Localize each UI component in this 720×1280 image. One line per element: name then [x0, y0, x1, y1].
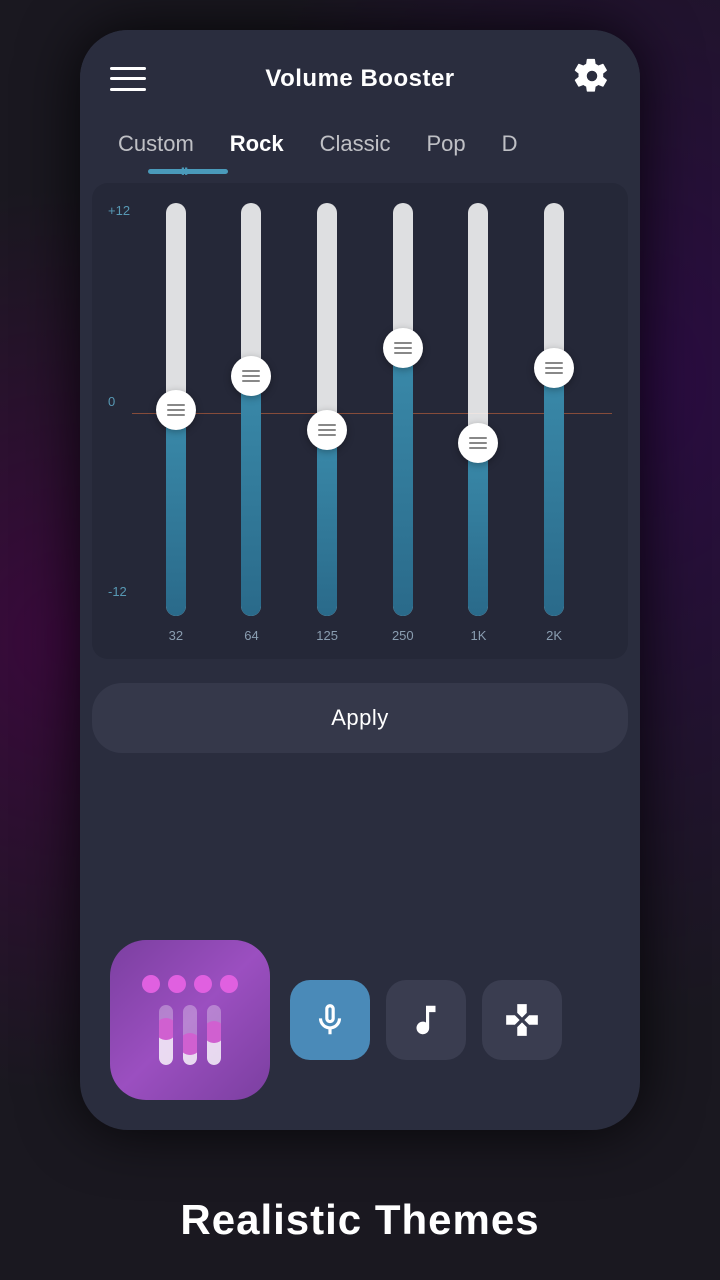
freq-label-1k: 1K — [471, 628, 487, 643]
slider-thumb-lines-64 — [242, 370, 260, 382]
tabs-container: Custom Rock Classic Pop D — [80, 115, 640, 165]
app-icon-thumb-3 — [207, 1021, 221, 1043]
gamepad-icon — [503, 1001, 541, 1039]
tab-rock[interactable]: Rock — [212, 123, 302, 165]
app-icon-thumb-2 — [183, 1033, 197, 1055]
eq-slider-250: 250 — [385, 203, 421, 643]
app-icon-slider-track-2 — [183, 1005, 197, 1065]
microphone-icon — [311, 1001, 349, 1039]
eq-slider-2k: 2K — [536, 203, 572, 643]
eq-slider-32: 32 — [158, 203, 194, 643]
freq-label-64: 64 — [244, 628, 258, 643]
freq-label-2k: 2K — [546, 628, 562, 643]
slider-track-fill-64 — [241, 376, 261, 616]
eq-slider-125: 125 — [309, 203, 345, 643]
slider-track-fill-32 — [166, 410, 186, 617]
freq-label-125: 125 — [316, 628, 338, 643]
app-icon-dot-4 — [220, 975, 238, 993]
bottom-text-area: Realistic Themes — [0, 1160, 720, 1280]
app-icon-dots — [142, 975, 238, 993]
phone-frame: Volume Booster Custom Rock Classic Pop D… — [80, 30, 640, 1130]
slider-thumb-32[interactable] — [156, 390, 196, 430]
app-icon-sliders — [159, 1005, 221, 1065]
app-icon-dot-3 — [194, 975, 212, 993]
slider-thumb-lines-2k — [545, 362, 563, 374]
slider-track-fill-2k — [544, 368, 564, 616]
app-icon-slider-track-1 — [159, 1005, 173, 1065]
slider-thumb-lines-250 — [394, 342, 412, 354]
slider-track-250[interactable] — [385, 203, 421, 616]
music-button[interactable] — [386, 980, 466, 1060]
slider-track-125[interactable] — [309, 203, 345, 616]
slider-thumb-125[interactable] — [307, 410, 347, 450]
slider-thumb-lines-32 — [167, 404, 185, 416]
slider-thumb-2k[interactable] — [534, 348, 574, 388]
app-icon-thumb-1 — [159, 1018, 173, 1040]
eq-slider-1k: 1K — [460, 203, 496, 643]
slider-track-1k[interactable] — [460, 203, 496, 616]
music-note-icon — [407, 1001, 445, 1039]
eq-slider-64: 64 — [233, 203, 269, 643]
freq-label-32: 32 — [169, 628, 183, 643]
slider-track-2k[interactable] — [536, 203, 572, 616]
menu-button[interactable] — [110, 67, 146, 91]
realistic-themes-label: Realistic Themes — [180, 1196, 539, 1244]
eq-sliders-row: 32 64 — [108, 203, 612, 643]
slider-track-fill-1k — [468, 443, 488, 616]
eq-section: +12 0 -12 32 — [92, 183, 628, 659]
freq-label-250: 250 — [392, 628, 414, 643]
app-icon-slider-2 — [183, 1005, 197, 1065]
gamepad-button[interactable] — [482, 980, 562, 1060]
app-icon-dot-2 — [168, 975, 186, 993]
slider-track-fill-125 — [317, 430, 337, 616]
slider-thumb-lines-125 — [318, 424, 336, 436]
app-icon[interactable] — [110, 940, 270, 1100]
header: Volume Booster — [80, 30, 640, 115]
bottom-icons-group — [290, 980, 562, 1060]
slider-thumb-64[interactable] — [231, 356, 271, 396]
tab-classic[interactable]: Classic — [302, 123, 409, 165]
tab-d[interactable]: D — [484, 123, 536, 165]
tab-custom[interactable]: Custom — [100, 123, 212, 165]
settings-button[interactable] — [574, 58, 610, 99]
tab-indicator-container: ⏸ — [80, 169, 640, 175]
slider-track-64[interactable] — [233, 203, 269, 616]
slider-track-32[interactable] — [158, 203, 194, 616]
app-icon-slider-3 — [207, 1005, 221, 1065]
app-icon-slider-track-3 — [207, 1005, 221, 1065]
app-title: Volume Booster — [265, 65, 454, 93]
slider-thumb-250[interactable] — [383, 328, 423, 368]
slider-thumb-1k[interactable] — [458, 423, 498, 463]
microphone-button[interactable] — [290, 980, 370, 1060]
apply-button[interactable]: Apply — [92, 683, 628, 753]
tab-indicator-icon: ⏸ — [180, 161, 189, 182]
slider-thumb-lines-1k — [469, 437, 487, 449]
bottom-area — [80, 920, 640, 1130]
app-icon-dot-1 — [142, 975, 160, 993]
apply-button-container: Apply — [80, 667, 640, 773]
tab-pop[interactable]: Pop — [409, 123, 484, 165]
app-icon-slider-1 — [159, 1005, 173, 1065]
slider-track-fill-250 — [393, 348, 413, 616]
